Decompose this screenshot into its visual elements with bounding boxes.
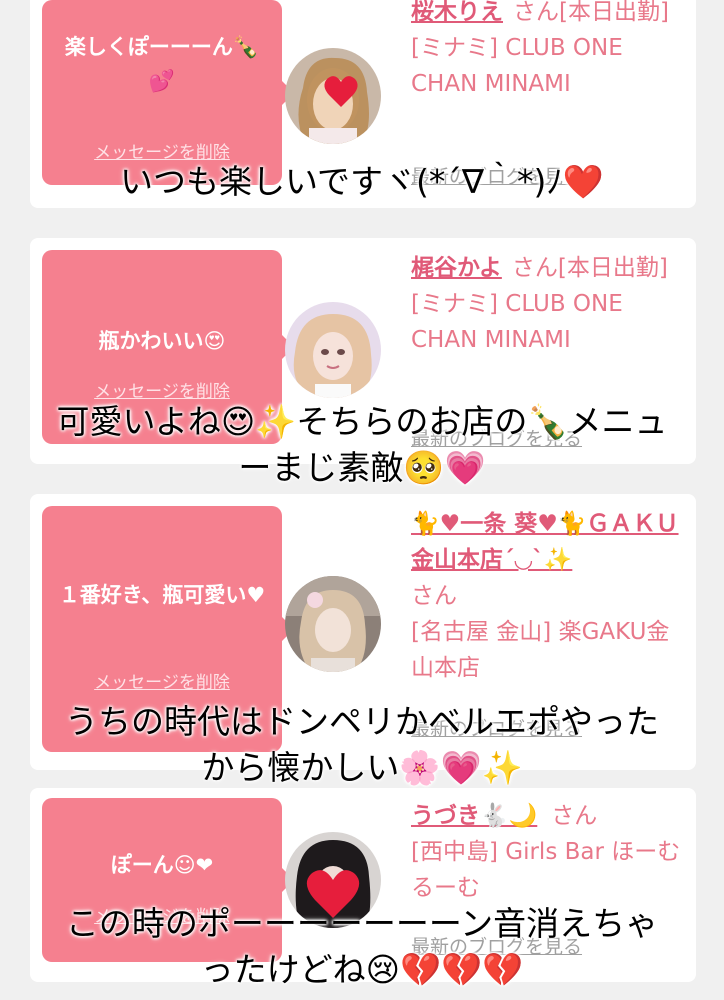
hostess-name-link[interactable]: うづき🐇🌙 — [411, 803, 537, 829]
hostess-info: うづき🐇🌙 さん [西中島] Girls Bar ほーむるーむ — [411, 798, 681, 906]
honorific-status: さん — [551, 803, 598, 829]
hostess-info: 桜木りえ さん[本日出勤] [ミナミ] CLUB ONE CHAN MINAMI — [411, 0, 681, 102]
message-text: 瓶かわいい😍 — [98, 329, 226, 353]
avatar[interactable] — [285, 302, 381, 398]
delete-message-link[interactable]: メッセージを削除 — [42, 377, 282, 402]
shop-name: [ミナミ] CLUB ONE CHAN MINAMI — [411, 291, 623, 353]
message-text: ぽーん☺❤ — [110, 853, 214, 877]
honorific-status: さん[本日出勤] — [513, 0, 669, 25]
message-text: 楽しくぽーーーん🍾💕 — [64, 35, 260, 93]
caption-overlay: ーまじ素敵🥺💗 — [238, 448, 486, 487]
delete-message-link[interactable]: メッセージを削除 — [42, 668, 282, 693]
hostess-name-link[interactable]: 桜木りえ — [411, 0, 503, 25]
honorific-status: さん[本日出勤] — [511, 255, 668, 281]
caption-overlay: から懐かしい🌸💗✨ — [201, 748, 523, 787]
caption-overlay: いつも楽しいですヾ(*´∇｀*)ﾉ❤️ — [120, 162, 604, 201]
hostess-name-link[interactable]: 🐈♥一条 葵♥🐈ＧＡＫＵ金山本店´◡`✨ — [411, 511, 679, 573]
caption-overlay: この時のポーーーーーーーン音消えちゃ — [65, 904, 659, 943]
honorific-status: さん — [411, 583, 457, 609]
hostess-name-link[interactable]: 梶谷かよ — [411, 255, 502, 281]
caption-overlay: うちの時代はドンペリかベルエポやった — [65, 702, 659, 741]
avatar[interactable] — [285, 48, 381, 144]
shop-name: [ミナミ] CLUB ONE CHAN MINAMI — [411, 35, 623, 97]
message-bubble: 楽しくぽーーーん🍾💕 メッセージを削除 — [42, 0, 294, 185]
shop-name: [西中島] Girls Bar ほーむるーむ — [411, 839, 681, 901]
message-text: １番好き、瓶可愛い♥ — [58, 583, 266, 607]
caption-overlay: ったけどね😢💔💔💔 — [200, 950, 524, 989]
hostess-info: 🐈♥一条 葵♥🐈ＧＡＫＵ金山本店´◡`✨ さん [名古屋 金山] 楽GAKU金山… — [411, 506, 681, 686]
shop-name: [名古屋 金山] 楽GAKU金山本店 — [411, 619, 670, 681]
avatar[interactable] — [285, 576, 381, 672]
caption-overlay: 可愛いよね😍✨そちらのお店の🍾メニュ — [56, 402, 668, 441]
hostess-info: 梶谷かよ さん[本日出勤] [ミナミ] CLUB ONE CHAN MINAMI — [411, 250, 681, 358]
